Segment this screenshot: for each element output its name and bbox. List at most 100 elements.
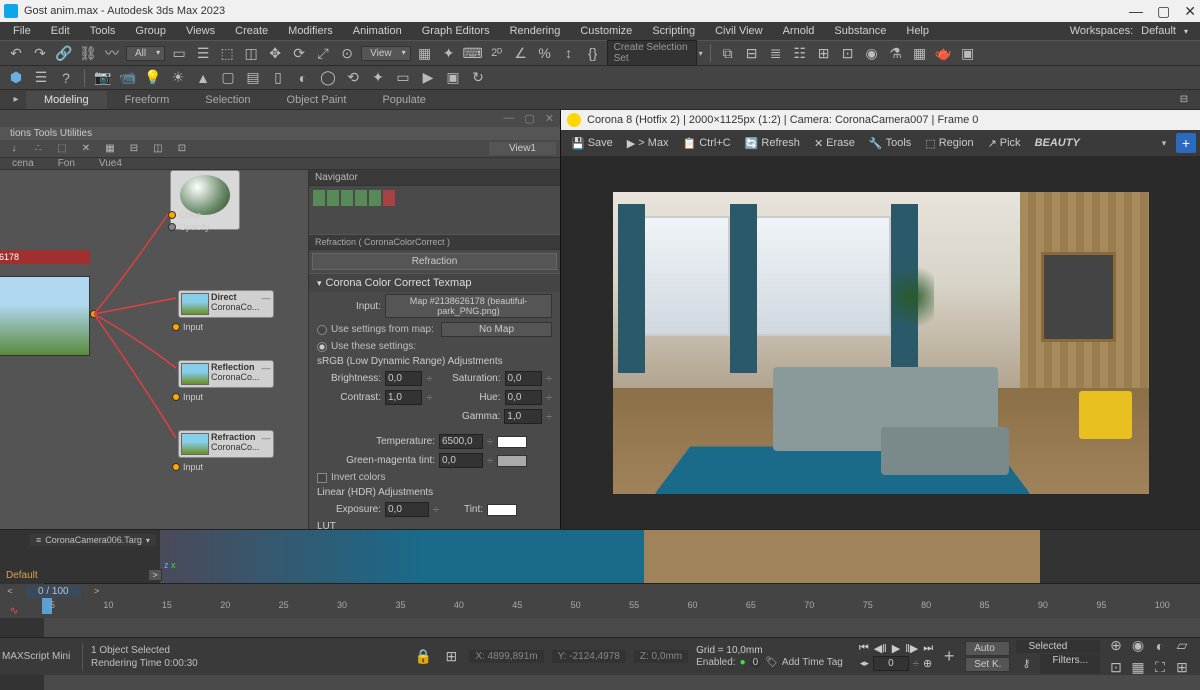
ribbon-tab-object-paint[interactable]: Object Paint xyxy=(269,91,365,109)
menu-animation[interactable]: Animation xyxy=(344,24,411,38)
corona-ctrl-c-button[interactable]: 📋Ctrl+C xyxy=(677,134,737,153)
output-port[interactable] xyxy=(90,310,98,318)
coord-x[interactable]: X: 4899,891m xyxy=(469,650,543,663)
key-mode-icon[interactable]: ◂▸ xyxy=(860,658,869,669)
workspaces-dropdown[interactable]: Default xyxy=(1141,25,1176,37)
timeline-curve-icon[interactable]: ∿ xyxy=(4,600,24,620)
material-editor-icon[interactable]: ◉ xyxy=(862,43,882,63)
minimize-button[interactable]: — xyxy=(1129,3,1143,20)
undo-icon[interactable]: ↶ xyxy=(6,43,26,63)
select-icon[interactable]: ▭ xyxy=(169,43,189,63)
keyfilter-selected-dropdown[interactable]: Selected xyxy=(1016,640,1100,653)
frame-spinner[interactable]: 0 xyxy=(873,656,909,671)
menu-modifiers[interactable]: Modifiers xyxy=(279,24,342,38)
link-icon[interactable]: 🔗 xyxy=(54,43,74,63)
goto-start-button[interactable]: ⏮ xyxy=(859,642,869,655)
bind-icon[interactable]: 〰 xyxy=(102,43,122,63)
scene-explorer-icon[interactable]: ≡ xyxy=(36,535,41,545)
unlink-icon[interactable]: ⛓ xyxy=(78,43,98,63)
maxscript-label[interactable]: MAXScript Mini xyxy=(0,649,82,664)
manipulate-icon[interactable]: ✦ xyxy=(439,43,459,63)
frame-icon[interactable]: ▭ xyxy=(393,68,413,88)
ribbon-tab-freeform[interactable]: Freeform xyxy=(107,91,188,109)
menu-scripting[interactable]: Scripting xyxy=(643,24,704,38)
camera-icon[interactable]: 📷 xyxy=(93,68,113,88)
node-reflection[interactable]: ReflectionCoronaCo...— xyxy=(178,360,274,388)
schematic-icon[interactable]: ⊡ xyxy=(838,43,858,63)
menu-views[interactable]: Views xyxy=(177,24,224,38)
contrast-spinner[interactable]: 1,0 xyxy=(385,390,422,405)
menu-create[interactable]: Create xyxy=(226,24,277,38)
coord-z[interactable]: Z: 0,0mm xyxy=(634,650,688,663)
corona-pick-button[interactable]: ↗Pick xyxy=(982,134,1027,153)
auto-key-button[interactable]: Auto xyxy=(965,641,1010,656)
goto-end-button[interactable]: ⏭ xyxy=(923,642,933,655)
pan-view-icon[interactable]: ⊕ xyxy=(1106,636,1126,656)
render-preview[interactable] xyxy=(613,192,1149,494)
timeline-track[interactable]: ∿ 51015202530354045505560657075808590951… xyxy=(0,598,1200,618)
mat-tool3-icon[interactable]: ⬚ xyxy=(52,139,72,159)
render-icon[interactable]: ▣ xyxy=(958,43,978,63)
corona-beauty-button[interactable]: BEAUTY xyxy=(1029,134,1086,152)
corona-tools-button[interactable]: 🔧Tools xyxy=(863,134,917,153)
camera2-icon[interactable]: 📹 xyxy=(118,68,138,88)
snap-2d-icon[interactable]: 2ᴰ xyxy=(487,43,507,63)
greentint-swatch[interactable] xyxy=(497,455,527,467)
ribbon-tab-modeling[interactable]: Modeling xyxy=(26,91,107,109)
node-refraction[interactable]: RefractionCoronaCo...— xyxy=(178,430,274,458)
ribbon-tab-populate[interactable]: Populate xyxy=(364,91,443,109)
menu-customize[interactable]: Customize xyxy=(571,24,641,38)
mirror-icon[interactable]: ⧉ xyxy=(718,43,738,63)
mat-maximize-icon[interactable]: ▢ xyxy=(524,112,534,125)
walk-icon[interactable]: ✦ xyxy=(368,68,388,88)
no-map-button[interactable]: No Map xyxy=(441,322,552,337)
vp-next-button[interactable]: > xyxy=(148,569,162,581)
maximize-button[interactable]: ▢ xyxy=(1157,3,1170,20)
play-icon[interactable]: ▶ xyxy=(418,68,438,88)
corona-erase-button[interactable]: ✕Erase xyxy=(808,134,861,153)
temperature-swatch[interactable] xyxy=(497,436,527,448)
percent-snap-icon[interactable]: % xyxy=(535,43,555,63)
light-icon[interactable]: ⬢ xyxy=(6,68,26,88)
port-dot[interactable] xyxy=(172,323,180,331)
temperature-spinner[interactable]: 6500,0 xyxy=(439,434,483,449)
paper-icon[interactable]: ▯ xyxy=(268,68,288,88)
teapot-icon[interactable]: 🫖 xyxy=(934,43,954,63)
fwd-icon[interactable]: ▣ xyxy=(443,68,463,88)
chevron-down-icon[interactable]: ▾ xyxy=(1184,27,1188,36)
menu-graph-editors[interactable]: Graph Editors xyxy=(413,24,499,38)
rollout-header[interactable]: Corona Color Correct Texmap xyxy=(309,273,560,292)
node-bitmap[interactable]: Map #2138626178 Bitmap xyxy=(0,250,90,356)
exposure-spinner[interactable]: 0,0 xyxy=(385,502,429,517)
loop2-icon[interactable]: ↻ xyxy=(468,68,488,88)
loop-icon[interactable]: ⟲ xyxy=(343,68,363,88)
pivot-icon[interactable]: ▦ xyxy=(415,43,435,63)
mat-tool2-icon[interactable]: ∴ xyxy=(28,139,48,159)
add-time-tag[interactable]: Add Time Tag xyxy=(782,657,843,668)
mat-tool6-icon[interactable]: ⊟ xyxy=(124,139,144,159)
corona--max-button[interactable]: ▶> Max xyxy=(621,134,675,153)
frame-counter[interactable]: 0 / 100 xyxy=(26,585,81,598)
tree-icon[interactable]: ▲ xyxy=(193,68,213,88)
dolly-icon[interactable]: ◐ xyxy=(1150,636,1170,656)
render-frame-icon[interactable]: ▦ xyxy=(910,43,930,63)
coord-y[interactable]: Y: -2124,4978 xyxy=(552,650,626,663)
greentint-spinner[interactable]: 0,0 xyxy=(439,453,483,468)
keyboard-shortcut-icon[interactable]: ⌨ xyxy=(463,43,483,63)
window-crossing-icon[interactable]: ◫ xyxy=(241,43,261,63)
help-icon[interactable]: ? xyxy=(56,68,76,88)
scene-tab-vue4[interactable]: Vue4 xyxy=(87,158,134,169)
menu-civil-view[interactable]: Civil View xyxy=(706,24,771,38)
node-preview[interactable] xyxy=(170,170,240,230)
mat-close-icon[interactable]: ✕ xyxy=(545,112,554,125)
bulb-icon[interactable]: 💡 xyxy=(143,68,163,88)
set-key-button[interactable]: Set K. xyxy=(965,657,1010,672)
ribbon-toggle-icon[interactable]: ▸ xyxy=(6,90,26,110)
render-setup-icon[interactable]: ⚗ xyxy=(886,43,906,63)
time-tag-icon[interactable]: 🏷 xyxy=(765,657,778,668)
rotate-icon[interactable]: ⟳ xyxy=(289,43,309,63)
selection-set-dropdown[interactable]: Create Selection Set xyxy=(607,40,697,66)
select-name-icon[interactable]: ☰ xyxy=(193,43,213,63)
circle-icon[interactable]: ◯ xyxy=(318,68,338,88)
corona-region-button[interactable]: ⬚Region xyxy=(919,134,979,153)
